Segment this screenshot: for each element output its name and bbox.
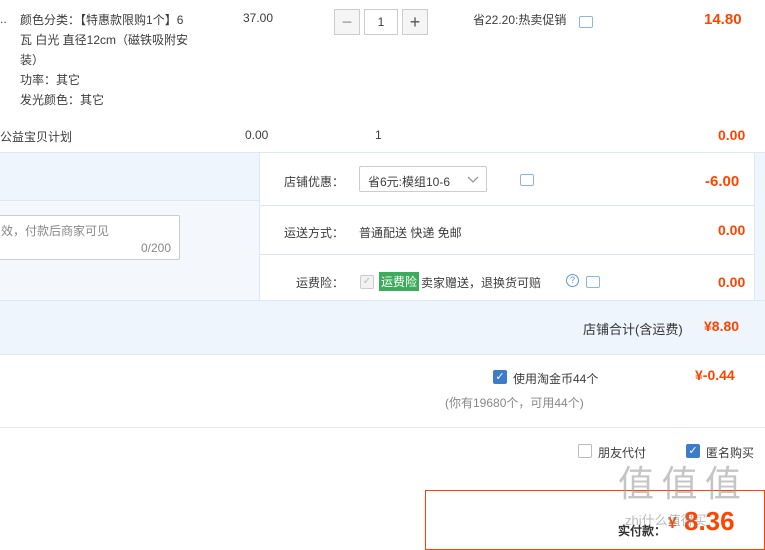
coins-label: 使用淘金币44个 <box>513 372 599 386</box>
charity-quantity: 1 <box>375 128 382 142</box>
sku-value: 【特惠款限购1个】6 <box>80 13 184 27</box>
divider <box>0 300 765 301</box>
help-icon[interactable]: ? <box>566 274 579 287</box>
discount-select[interactable]: 省6元:模组10-6 <box>359 166 487 192</box>
friend-pay-checkbox[interactable] <box>578 444 592 458</box>
memo-textarea[interactable]: 效，付款后商家可见 0/200 <box>0 215 180 260</box>
shipping-value: 普通配送 快递 免邮 <box>359 226 462 240</box>
power-attr: 功率：其它 <box>20 73 81 87</box>
message-icon[interactable] <box>520 174 535 186</box>
divider <box>260 205 754 206</box>
insurance-checkbox[interactable]: ✓ <box>360 275 374 289</box>
insurance-text: 卖家赠送，退换货可赔 <box>421 276 542 290</box>
memo-placeholder: 效，付款后商家可见 <box>1 224 110 238</box>
discount-amount: -6.00 <box>705 173 740 190</box>
promo-text: 省22.20:热卖促销 <box>473 13 567 27</box>
quantity-plus-button[interactable]: + <box>402 9 428 35</box>
insurance-label: 运费险： <box>296 276 345 290</box>
insurance-amount: 0.00 <box>718 274 746 290</box>
divider <box>0 427 765 428</box>
sku-value-line2: 瓦 白光 直径12cm（磁铁吸附安 <box>20 33 189 47</box>
sku-info: 颜色分类：【特惠款限购1个】6 瓦 白光 直径12cm（磁铁吸附安 装） 功率：… <box>20 10 205 110</box>
divider <box>0 354 765 355</box>
quantity-input[interactable]: 1 <box>364 9 398 35</box>
shipping-amount: 0.00 <box>718 222 746 238</box>
sku-value-line3: 装） <box>20 53 45 67</box>
message-icon[interactable] <box>579 16 593 28</box>
shop-total-label: 店铺合计(含运费) <box>583 322 683 337</box>
shipping-label: 运送方式： <box>284 226 345 240</box>
discount-label: 店铺优惠： <box>284 175 345 189</box>
sku-label: 颜色分类： <box>20 13 81 27</box>
coins-amount: ¥-0.44 <box>695 367 735 383</box>
divider <box>260 254 754 255</box>
item-subtotal: 14.80 <box>704 11 742 28</box>
item-price: 37.00 <box>243 11 274 25</box>
coins-checkbox[interactable]: ✓ <box>493 370 507 384</box>
color-attr: 发光颜色：其它 <box>20 93 105 107</box>
message-icon[interactable] <box>585 276 600 288</box>
charity-price: 0.00 <box>245 128 269 142</box>
shop-total-value: ¥8.80 <box>704 318 740 334</box>
charity-name: 公益宝贝计划 <box>0 130 73 144</box>
chevron-down-icon <box>467 176 479 183</box>
memo-counter: 0/200 <box>140 241 171 255</box>
watermark-url: zhi什么值得买 <box>625 513 707 528</box>
item-name-truncated: .. <box>0 12 7 26</box>
charity-subtotal: 0.00 <box>718 127 746 143</box>
insurance-badge: 运费险 <box>379 272 420 291</box>
discount-select-value: 省6元:模组10-6 <box>368 175 451 189</box>
coins-note: (你有19680个，可用44个) <box>445 396 584 410</box>
quantity-minus-button[interactable]: − <box>334 9 360 35</box>
watermark-logo: 值 值 值 <box>618 464 741 505</box>
